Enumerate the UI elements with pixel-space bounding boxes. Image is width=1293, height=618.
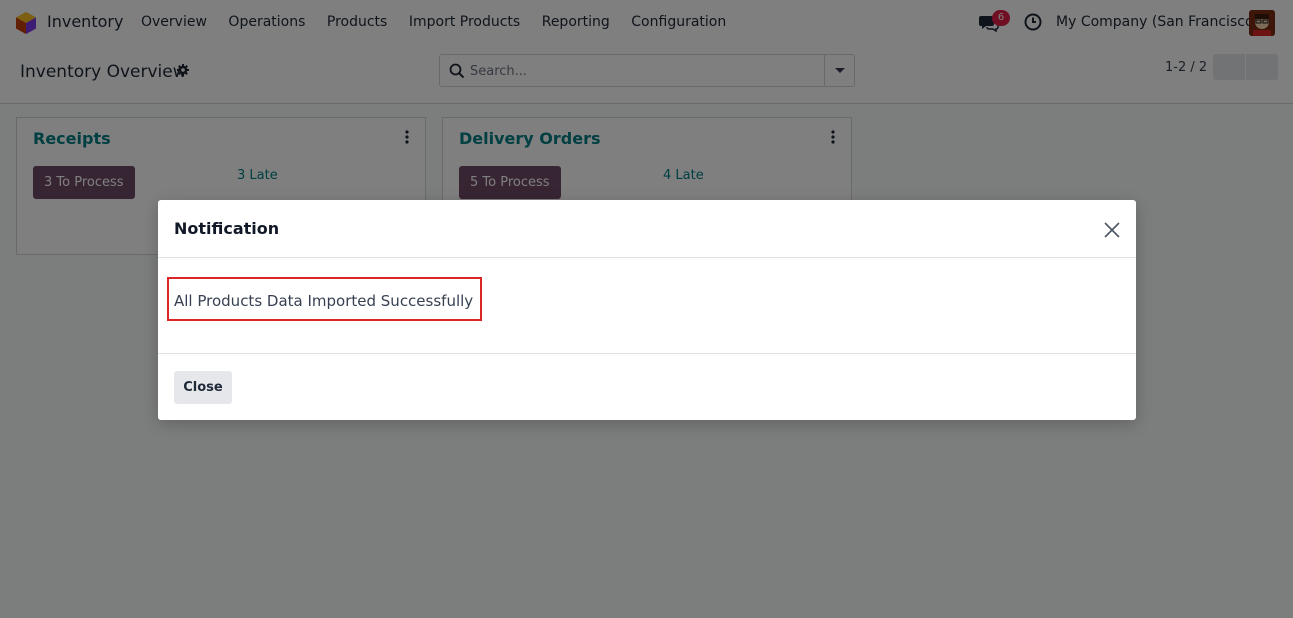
dialog-body: All Products Data Imported Successfully — [158, 258, 1136, 354]
notification-dialog: Notification All Products Data Imported … — [158, 200, 1136, 420]
close-button[interactable]: Close — [174, 371, 232, 404]
dialog-header: Notification — [158, 200, 1136, 258]
dialog-footer: Close — [158, 354, 1136, 420]
dialog-title: Notification — [174, 219, 280, 238]
notification-message: All Products Data Imported Successfully — [174, 292, 474, 310]
close-icon[interactable] — [1103, 221, 1121, 239]
